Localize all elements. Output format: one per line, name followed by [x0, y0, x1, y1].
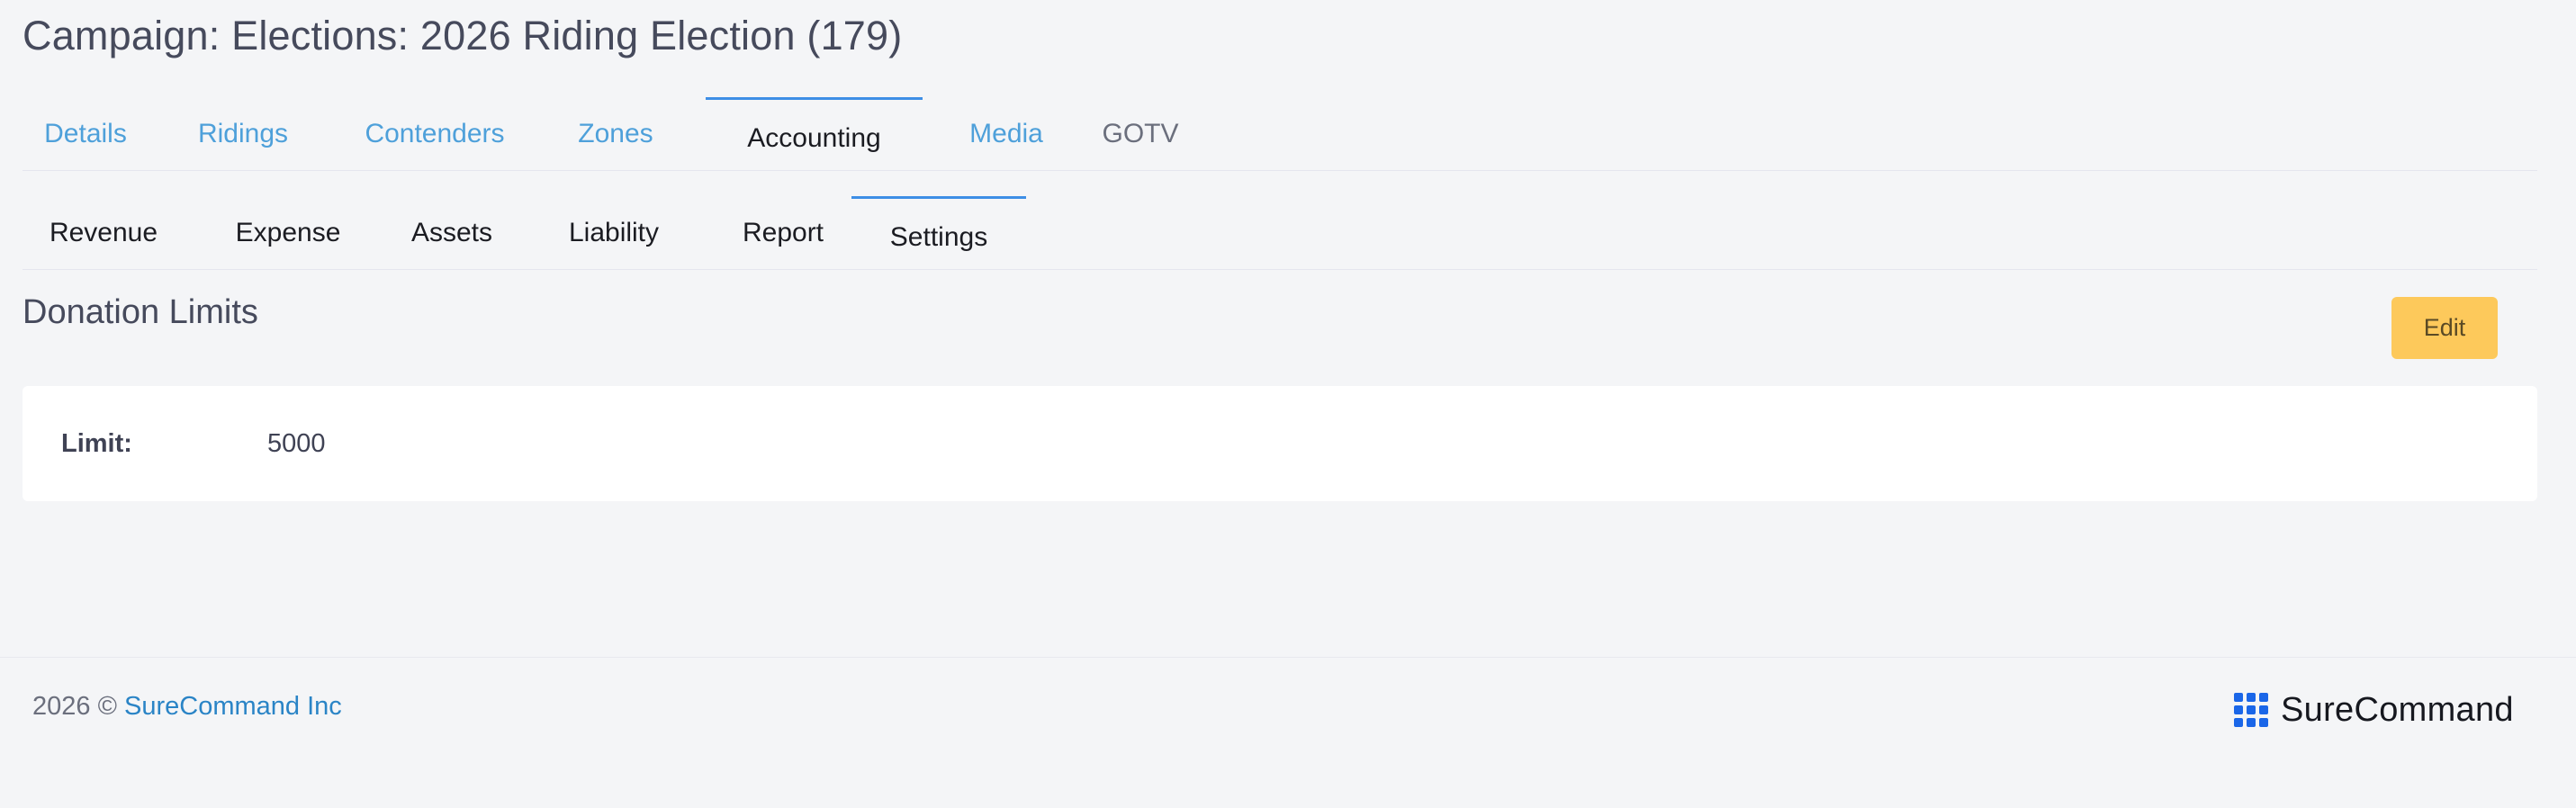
- limit-value: 5000: [267, 429, 326, 458]
- donation-limits-card: Limit: 5000: [23, 386, 2537, 501]
- section-title: Donation Limits: [23, 293, 258, 331]
- copyright-year: 2026 ©: [32, 692, 117, 721]
- tab-zones[interactable]: Zones: [566, 97, 665, 171]
- primary-tabs: Details Ridings Contenders Zones Account…: [23, 97, 2537, 171]
- copyright: 2026 © SureCommand Inc: [32, 692, 342, 722]
- page: Campaign: Elections: 2026 Riding Electio…: [0, 0, 2576, 808]
- page-title: Campaign: Elections: 2026 Riding Electio…: [23, 13, 903, 58]
- tab-liability[interactable]: Liability: [546, 196, 681, 270]
- tab-contenders[interactable]: Contenders: [345, 97, 525, 171]
- tab-gotv[interactable]: GOTV: [1091, 97, 1190, 171]
- tab-details[interactable]: Details: [32, 97, 140, 171]
- tab-accounting[interactable]: Accounting: [706, 97, 923, 171]
- footer: 2026 © SureCommand Inc SureCommand: [0, 657, 2576, 808]
- tab-ridings[interactable]: Ridings: [185, 97, 302, 171]
- tab-revenue[interactable]: Revenue: [32, 196, 176, 270]
- secondary-tabs: Revenue Expense Assets Liability Report …: [23, 196, 2537, 270]
- brand-name: SureCommand: [2281, 690, 2514, 729]
- tab-expense[interactable]: Expense: [216, 196, 360, 270]
- tab-report[interactable]: Report: [720, 196, 846, 270]
- edit-button[interactable]: Edit: [2391, 297, 2498, 359]
- grid-icon: [2234, 693, 2268, 727]
- tab-assets[interactable]: Assets: [393, 196, 510, 270]
- company-link[interactable]: SureCommand Inc: [124, 692, 342, 721]
- tab-media[interactable]: Media: [952, 97, 1060, 171]
- tab-settings[interactable]: Settings: [851, 196, 1026, 270]
- limit-label: Limit:: [61, 429, 132, 458]
- brand-logo[interactable]: SureCommand: [2234, 690, 2514, 730]
